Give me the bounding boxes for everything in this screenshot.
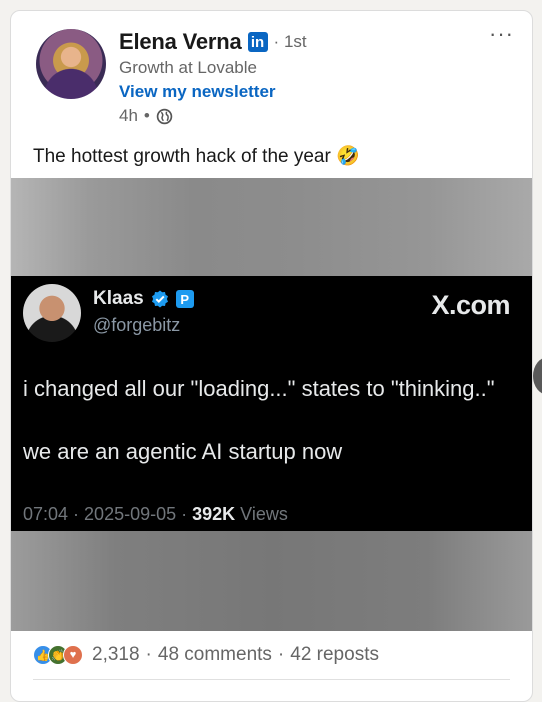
- verified-badge-icon: [151, 290, 168, 308]
- globe-icon: [156, 108, 173, 124]
- tweet-meta: 07:04 · 2025-09-05 · 392K Views: [23, 504, 288, 524]
- tweet-text-line-1: i changed all our "loading..." states to…: [23, 376, 495, 401]
- carousel-next-button[interactable]: [533, 357, 542, 395]
- feed-post-card: Elena Verna in · 1st Growth at Lovable V…: [10, 10, 533, 702]
- author-row: Elena Verna in · 1st: [119, 29, 307, 55]
- separator: ·: [277, 644, 285, 665]
- affiliate-badge-icon: P: [175, 290, 194, 308]
- post-text: The hottest growth hack of the year 🤣: [33, 146, 360, 167]
- post-meta: 4h •: [119, 106, 173, 126]
- author-headline: Growth at Lovable: [119, 58, 257, 77]
- tweet-avatar: [23, 284, 81, 342]
- blurred-image-bottom: [11, 531, 532, 631]
- tweet-time: 07:04: [23, 504, 69, 524]
- reactions-count[interactable]: 2,318: [92, 644, 140, 666]
- author-name[interactable]: Elena Verna: [119, 29, 242, 55]
- separator: ·: [145, 644, 152, 665]
- linkedin-icon: in: [247, 32, 268, 52]
- embedded-tweet-image[interactable]: Klaas P @forgebitz X.com i changed all o…: [11, 276, 532, 531]
- degree-text: 1st: [283, 32, 307, 51]
- connection-degree: · 1st: [273, 32, 307, 51]
- tweet-views-count: 392K: [192, 504, 236, 524]
- love-reaction-icon: ♥: [63, 645, 83, 665]
- social-counts: 👍 👏 ♥ 2,318 · 48 comments · 42 reposts: [33, 644, 379, 666]
- comments-count[interactable]: 48 comments: [158, 644, 272, 666]
- tweet-source: X.com: [431, 290, 510, 320]
- newsletter-link[interactable]: View my newsletter: [119, 82, 276, 102]
- post-time: 4h: [119, 106, 138, 125]
- reactions-icons[interactable]: 👍 👏 ♥: [33, 645, 83, 665]
- tweet-author-name: Klaas: [93, 288, 144, 309]
- more-options-icon[interactable]: ···: [489, 23, 514, 45]
- tweet-views-label: Views: [240, 504, 288, 524]
- tweet-name-row: Klaas P: [93, 288, 194, 310]
- tweet-handle: @forgebitz: [93, 315, 181, 335]
- tweet-text-line-2: we are an agentic AI startup now: [23, 439, 343, 464]
- reposts-count[interactable]: 42 reposts: [290, 644, 379, 666]
- blurred-image-top: [11, 178, 532, 276]
- author-avatar[interactable]: [36, 29, 106, 99]
- meta-separator: •: [143, 106, 150, 125]
- tweet-date: 2025-09-05: [84, 504, 177, 524]
